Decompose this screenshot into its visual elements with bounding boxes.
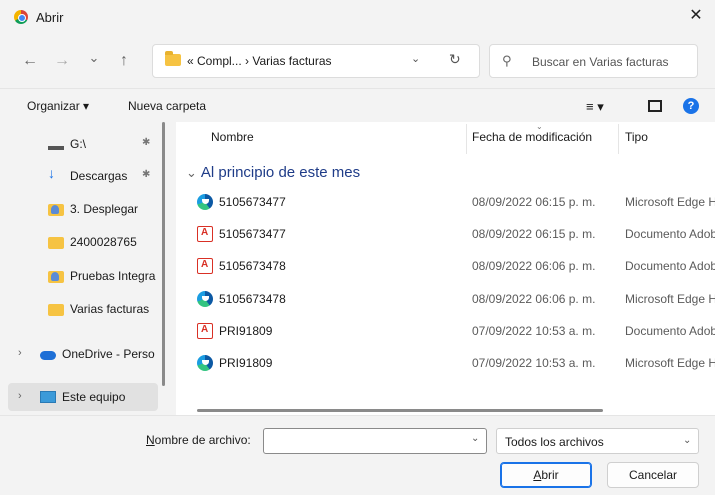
- sidebar-item-label: OneDrive - Perso: [62, 347, 155, 361]
- close-button[interactable]: ✕: [683, 4, 709, 28]
- command-bar: [0, 88, 715, 122]
- file-type: Microsoft Edge HTML: [625, 292, 715, 306]
- file-name: 5105673478: [219, 259, 286, 273]
- drive-icon: [48, 140, 64, 150]
- sidebar-item-desplegar[interactable]: 3. Desplegar: [8, 195, 158, 223]
- pc-icon: [40, 391, 56, 403]
- file-row[interactable]: PRI91809 07/09/2022 10:53 a. m. Microsof…: [186, 347, 715, 379]
- file-date: 07/09/2022 10:53 a. m.: [472, 324, 596, 338]
- edge-icon: [197, 355, 213, 371]
- group-label: Al principio de este mes: [200, 164, 361, 181]
- open-button[interactable]: Abrir: [500, 462, 592, 488]
- folder-user-icon: [48, 204, 64, 216]
- file-name: 5105673477: [219, 227, 286, 241]
- column-divider[interactable]: [618, 124, 619, 154]
- collapse-chevron-icon[interactable]: ⌄: [186, 165, 197, 180]
- filename-input[interactable]: [263, 428, 487, 454]
- search-input[interactable]: Buscar en Varias facturas: [532, 55, 669, 69]
- column-header-date[interactable]: Fecha de modificación: [472, 130, 592, 144]
- file-type: Microsoft Edge HTML: [625, 195, 715, 209]
- file-type: Microsoft Edge HTML: [625, 356, 715, 370]
- file-row[interactable]: 5105673478 08/09/2022 06:06 p. m. Docume…: [186, 250, 715, 282]
- chevron-down-icon: ⌄: [683, 435, 692, 446]
- pin-icon: ✱: [142, 169, 151, 180]
- file-name: 5105673477: [219, 195, 286, 209]
- column-header-type[interactable]: Tipo: [625, 130, 648, 144]
- file-row[interactable]: 5105673477 08/09/2022 06:15 p. m. Docume…: [186, 218, 715, 250]
- address-dropdown-icon[interactable]: ⌄: [411, 52, 420, 65]
- file-row[interactable]: 5105673478 08/09/2022 06:06 p. m. Micros…: [186, 283, 715, 315]
- pdf-icon: [197, 226, 213, 242]
- address-bar[interactable]: « Compl... › Varias facturas ⌄ ↻: [152, 44, 480, 78]
- file-date: 08/09/2022 06:06 p. m.: [472, 292, 596, 306]
- column-header-name[interactable]: Nombre: [211, 130, 254, 144]
- sidebar-item-label: 3. Desplegar: [70, 202, 139, 216]
- sidebar-item-onedrive[interactable]: › OneDrive - Perso: [8, 340, 158, 368]
- column-divider[interactable]: [466, 124, 467, 154]
- sidebar-item-label: G:\: [70, 137, 87, 151]
- file-date: 07/09/2022 10:53 a. m.: [472, 356, 596, 370]
- help-icon[interactable]: ?: [683, 98, 699, 114]
- file-type: Documento Adobe: [625, 227, 715, 241]
- folder-icon: [48, 237, 64, 249]
- file-type: Documento Adobe: [625, 324, 715, 338]
- file-name: 5105673478: [219, 292, 286, 306]
- file-row[interactable]: 5105673477 08/09/2022 06:15 p. m. Micros…: [186, 186, 715, 218]
- sidebar-scrollbar[interactable]: [162, 122, 165, 386]
- filename-label: Nombre de archivo:: [146, 433, 251, 447]
- sidebar-item-este-equipo[interactable]: › Este equipo: [8, 383, 158, 411]
- file-type: Documento Adobe: [625, 259, 715, 273]
- sidebar-item-label: Pruebas Integra: [70, 269, 156, 283]
- sidebar-item-label: 2400028765: [70, 235, 137, 249]
- preview-pane-icon[interactable]: [648, 100, 662, 112]
- file-type-filter-value: Todos los archivos: [505, 435, 604, 449]
- file-row[interactable]: PRI91809 07/09/2022 10:53 a. m. Document…: [186, 315, 715, 347]
- up-arrow-icon[interactable]: ↑: [114, 52, 134, 70]
- file-name: PRI91809: [219, 356, 273, 370]
- chevron-right-icon[interactable]: ›: [18, 390, 22, 402]
- onedrive-icon: [40, 351, 56, 360]
- chrome-icon: [14, 10, 28, 24]
- filename-dropdown-icon[interactable]: ⌄: [471, 433, 479, 444]
- sidebar-item-label: Descargas: [70, 169, 128, 183]
- sidebar-item-varias-facturas[interactable]: Varias facturas: [8, 295, 158, 323]
- window-title: Abrir: [36, 10, 64, 25]
- title-bar: Abrir ✕: [0, 0, 715, 34]
- organize-menu[interactable]: Organizar ▾: [27, 99, 89, 113]
- folder-icon: [48, 304, 64, 316]
- sidebar-item-descargas[interactable]: ↓ Descargas ✱: [8, 162, 158, 190]
- sidebar-item-pruebas-integra[interactable]: Pruebas Integra: [8, 262, 158, 290]
- sidebar-item-label: Varias facturas: [70, 302, 150, 316]
- file-date: 08/09/2022 06:15 p. m.: [472, 227, 596, 241]
- view-options-button[interactable]: ≡ ▾: [586, 99, 604, 115]
- edge-icon: [197, 194, 213, 210]
- cancel-button[interactable]: Cancelar: [607, 462, 699, 488]
- download-icon: ↓: [48, 165, 55, 181]
- pdf-icon: [197, 323, 213, 339]
- file-type-filter[interactable]: Todos los archivos ⌄: [496, 428, 699, 454]
- chevron-right-icon[interactable]: ›: [18, 347, 22, 359]
- sidebar-item-g-drive[interactable]: G:\ ✱: [8, 130, 158, 158]
- file-name: PRI91809: [219, 324, 273, 338]
- search-icon: ⚲: [502, 53, 512, 68]
- edge-icon: [197, 291, 213, 307]
- sidebar-item-label: Este equipo: [62, 390, 126, 404]
- back-arrow-icon[interactable]: ←: [20, 52, 40, 70]
- new-folder-button[interactable]: Nueva carpeta: [128, 99, 206, 113]
- sidebar-item-2400028765[interactable]: 2400028765: [8, 228, 158, 256]
- file-date: 08/09/2022 06:15 p. m.: [472, 195, 596, 209]
- file-date: 08/09/2022 06:06 p. m.: [472, 259, 596, 273]
- pdf-icon: [197, 258, 213, 274]
- breadcrumb[interactable]: « Compl... › Varias facturas: [187, 54, 332, 68]
- forward-arrow-icon[interactable]: →: [52, 52, 72, 70]
- pin-icon: ✱: [142, 137, 151, 148]
- folder-icon: [165, 51, 181, 66]
- group-header[interactable]: ⌄ Al principio de este mes: [186, 164, 360, 181]
- search-box[interactable]: ⚲ Buscar en Varias facturas: [489, 44, 698, 78]
- refresh-icon[interactable]: ↻: [449, 51, 461, 68]
- horizontal-scrollbar[interactable]: [197, 409, 603, 412]
- recent-locations-chevron-icon[interactable]: ⌄: [84, 50, 104, 66]
- folder-user-icon: [48, 271, 64, 283]
